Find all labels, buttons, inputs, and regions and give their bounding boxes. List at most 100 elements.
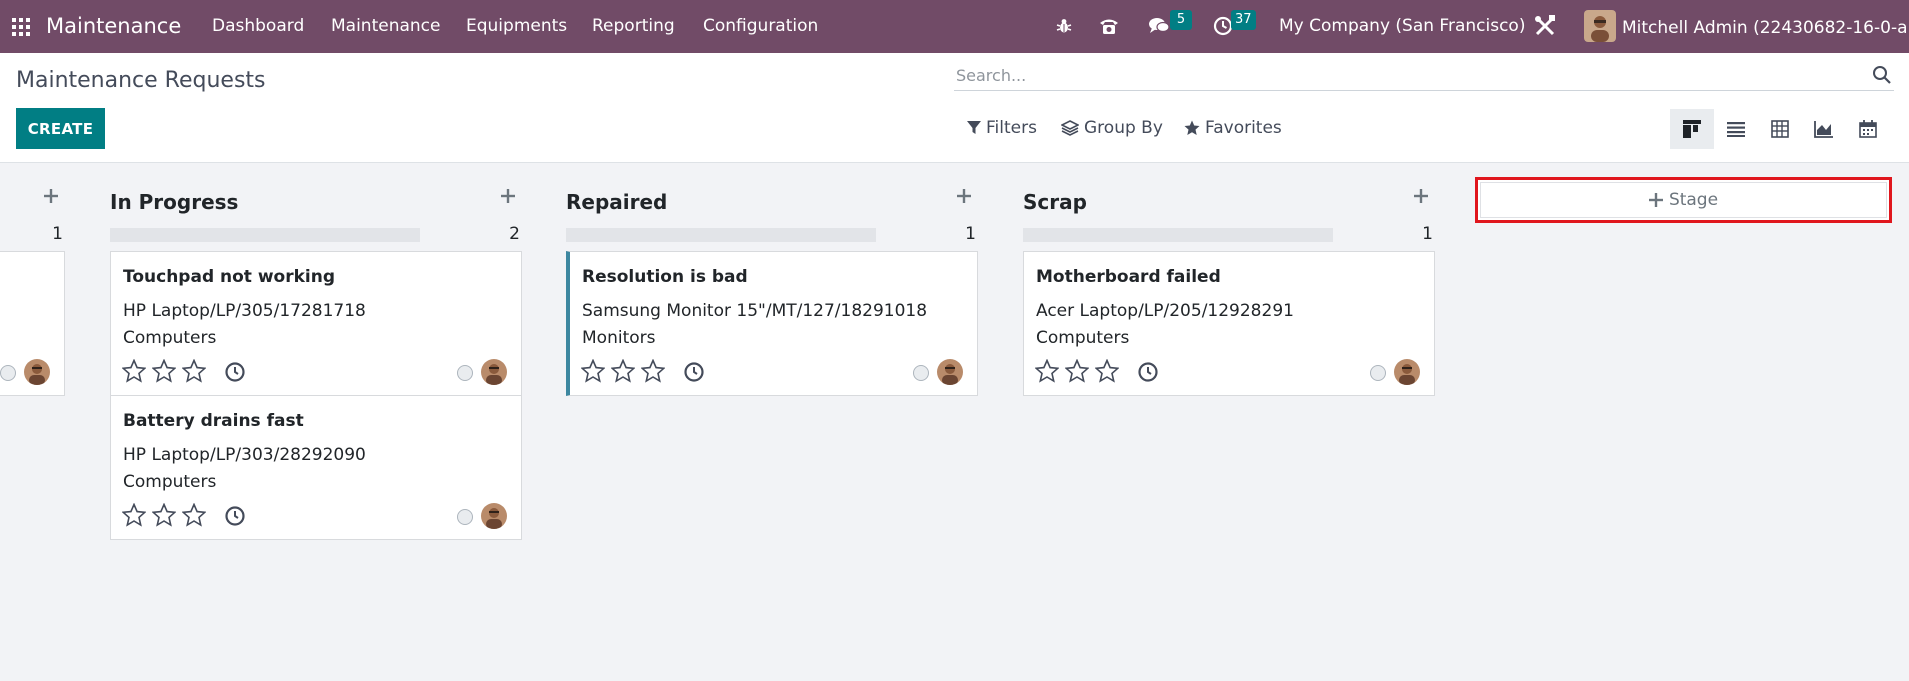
column-progress-bar [1023, 228, 1333, 242]
avatar[interactable] [24, 359, 50, 385]
avatar [1584, 10, 1616, 46]
avatar[interactable] [481, 503, 507, 529]
kanban-state-dot[interactable] [457, 365, 473, 381]
column-header: In Progress 2 [110, 164, 522, 252]
quick-create-plus-icon[interactable] [1413, 188, 1433, 208]
tools-icon[interactable] [1533, 14, 1557, 38]
apps-menu-icon[interactable] [12, 18, 30, 36]
kanban-column-scrap: Scrap 1 Motherboard failed Acer Laptop/L… [1023, 164, 1435, 396]
column-count: 2 [509, 224, 520, 244]
activity-clock-icon[interactable] [683, 361, 705, 383]
app-brand[interactable]: Maintenance [46, 14, 181, 38]
column-header: Repaired 1 [566, 164, 978, 252]
card-title: Touchpad not working [123, 267, 336, 287]
group-by-button[interactable]: Group By [1061, 118, 1163, 138]
star-icon[interactable] [152, 503, 176, 527]
card-equipment: HP Laptop/LP/305/17281718 [123, 301, 366, 321]
user-menu[interactable]: Mitchell Admin (22430682-16-0-all) [1584, 10, 1909, 46]
kanban-column-partial: 1 [0, 164, 65, 396]
kanban-card[interactable]: Touchpad not working HP Laptop/LP/305/17… [110, 251, 522, 396]
menu-dashboard[interactable]: Dashboard [212, 16, 304, 36]
avatar[interactable] [1394, 359, 1420, 385]
add-stage-label: Stage [1668, 190, 1719, 210]
card-equipment: HP Laptop/LP/303/28292090 [123, 445, 366, 465]
create-button[interactable]: CREATE [16, 108, 105, 149]
kanban-card[interactable]: Resolution is bad Samsung Monitor 15"/MT… [566, 251, 978, 396]
star-icon[interactable] [152, 359, 176, 383]
user-name: Mitchell Admin (22430682-16-0-all) [1622, 18, 1909, 38]
list-view-icon[interactable] [1714, 109, 1758, 149]
card-category: Computers [123, 472, 217, 492]
bug-icon[interactable] [1052, 14, 1076, 38]
pivot-view-icon[interactable] [1758, 109, 1802, 149]
kanban-card[interactable]: Motherboard failed Acer Laptop/LP/205/12… [1023, 251, 1435, 396]
star-icon[interactable] [122, 359, 146, 383]
star-icon[interactable] [182, 503, 206, 527]
quick-create-plus-icon[interactable] [956, 188, 976, 208]
card-equipment: Samsung Monitor 15"/MT/127/18291018 [582, 301, 928, 321]
star-icon[interactable] [581, 359, 605, 383]
column-count: 1 [965, 224, 976, 244]
quick-create-plus-icon[interactable] [43, 188, 63, 208]
activities-badge: 37 [1231, 10, 1256, 30]
card-title: Resolution is bad [582, 267, 748, 287]
menu-maintenance[interactable]: Maintenance [331, 16, 440, 36]
avatar[interactable] [937, 359, 963, 385]
star-icon[interactable] [611, 359, 635, 383]
kanban-state-dot[interactable] [1370, 365, 1386, 381]
card-category: Computers [1036, 328, 1130, 348]
calendar-view-icon[interactable] [1846, 109, 1890, 149]
kanban-board: 1 In Progress 2 Touchpad not working HP … [0, 164, 1909, 681]
star-icon[interactable] [641, 359, 665, 383]
priority-stars[interactable] [122, 503, 212, 527]
search-icon[interactable] [1872, 65, 1894, 87]
phone-icon[interactable] [1097, 14, 1121, 38]
star-icon[interactable] [1065, 359, 1089, 383]
kanban-state-dot[interactable] [457, 509, 473, 525]
add-stage-button[interactable]: Stage [1475, 177, 1892, 223]
graph-view-icon[interactable] [1802, 109, 1846, 149]
kanban-state-dot[interactable] [0, 365, 16, 381]
card-category: Computers [123, 328, 217, 348]
column-title[interactable]: Scrap [1023, 190, 1087, 214]
menu-reporting[interactable]: Reporting [592, 16, 675, 36]
column-title[interactable]: Repaired [566, 190, 667, 214]
chat-icon[interactable] [1147, 14, 1171, 38]
kanban-view-icon[interactable] [1670, 109, 1714, 149]
activity-clock-icon[interactable] [224, 505, 246, 527]
priority-stars[interactable] [581, 359, 671, 383]
search-input[interactable] [956, 61, 1846, 89]
column-count: 1 [1422, 224, 1433, 244]
activity-clock-icon[interactable] [1137, 361, 1159, 383]
search-bar [954, 61, 1894, 91]
activity-clock-icon[interactable] [224, 361, 246, 383]
column-title[interactable]: In Progress [110, 190, 238, 214]
page-title: Maintenance Requests [16, 68, 266, 93]
filters-label: Filters [986, 118, 1037, 138]
menu-configuration[interactable]: Configuration [703, 16, 818, 36]
top-navbar: Maintenance Dashboard Maintenance Equipm… [0, 0, 1909, 53]
layers-icon [1061, 120, 1079, 136]
kanban-state-dot[interactable] [913, 365, 929, 381]
star-icon[interactable] [182, 359, 206, 383]
quick-create-plus-icon[interactable] [500, 188, 520, 208]
kanban-card[interactable] [0, 251, 65, 396]
filter-icon [967, 121, 981, 134]
filters-button[interactable]: Filters [967, 118, 1037, 138]
card-title: Battery drains fast [123, 411, 304, 431]
plus-icon [1648, 193, 1663, 207]
priority-stars[interactable] [122, 359, 212, 383]
kanban-card[interactable]: Battery drains fast HP Laptop/LP/303/282… [110, 395, 522, 540]
favorites-button[interactable]: Favorites [1184, 118, 1282, 138]
star-icon[interactable] [1035, 359, 1059, 383]
star-icon [1184, 120, 1200, 135]
star-icon[interactable] [1095, 359, 1119, 383]
menu-equipments[interactable]: Equipments [466, 16, 567, 36]
star-icon[interactable] [122, 503, 146, 527]
priority-stars[interactable] [1035, 359, 1125, 383]
company-switcher[interactable]: My Company (San Francisco) [1279, 16, 1525, 36]
add-stage-label-group: Stage [1648, 190, 1719, 210]
card-equipment: Acer Laptop/LP/205/12928291 [1036, 301, 1294, 321]
avatar[interactable] [481, 359, 507, 385]
column-progress-bar [110, 228, 420, 242]
